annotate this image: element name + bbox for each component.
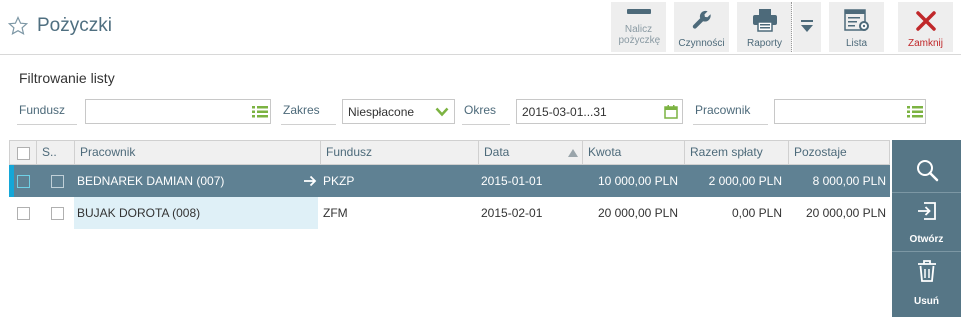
calendar-icon[interactable] (664, 105, 678, 119)
cell-pozostaje: 20 000,00 PLN (805, 206, 886, 220)
chevron-down-icon[interactable] (435, 107, 449, 117)
row-status-checkbox[interactable] (51, 207, 64, 220)
cell-razem-splaty: 2 000,00 PLN (708, 174, 782, 188)
toolbar-separator (791, 2, 792, 52)
okres-field[interactable]: 2015-03-01...31 (516, 99, 683, 124)
column-header-data[interactable]: Data (478, 141, 582, 164)
column-header-pracownik[interactable]: Pracownik (74, 141, 320, 164)
zakres-label: Zakres (283, 103, 320, 117)
czynnosci-label: Czynności (678, 38, 725, 49)
cell-razem-splaty: 0,00 PLN (731, 206, 782, 220)
header-bar: Pożyczki Nalicz pożyczkę Czynności Rapor… (0, 0, 961, 55)
cell-fundusz: ZFM (323, 206, 348, 220)
raporty-button[interactable]: Raporty (737, 2, 792, 52)
table-row[interactable]: BUJAK DOROTA (008) ZFM 2015-02-01 20 000… (9, 197, 890, 229)
zakres-label-underline (281, 124, 336, 125)
pracownik-label: Pracownik (695, 103, 751, 117)
chevron-down-icon (801, 20, 813, 32)
list-icon[interactable] (252, 106, 268, 118)
fundusz-label-underline (17, 124, 77, 125)
cell-kwota: 20 000,00 PLN (597, 206, 678, 220)
otworz-button[interactable]: Otwórz (892, 193, 961, 250)
raporty-label: Raporty (746, 38, 782, 49)
cell-pozostaje: 8 000,00 PLN (812, 174, 886, 188)
lista-label: Lista (845, 38, 868, 49)
zamknij-label: Zamknij (907, 38, 943, 49)
nalicz-pozyczke-button[interactable]: Nalicz pożyczkę (611, 2, 666, 52)
trash-icon (917, 260, 936, 282)
printer-icon (752, 9, 777, 32)
usun-label: Usuń (914, 296, 939, 307)
pracownik-field[interactable] (774, 99, 926, 124)
search-button[interactable] (892, 152, 961, 192)
open-enter-icon (917, 202, 936, 220)
zamknij-button[interactable]: Zamknij (898, 2, 953, 52)
list-icon[interactable] (907, 106, 923, 118)
cell-data: 2015-01-01 (481, 174, 543, 188)
wrench-icon (692, 10, 711, 29)
lista-button[interactable]: Lista (829, 2, 884, 52)
favorite-star-icon[interactable] (8, 16, 28, 36)
filter-title: Filtrowanie listy (19, 70, 115, 86)
sort-ascending-icon (568, 149, 578, 157)
selected-row-indicator (9, 165, 14, 197)
okres-label: Okres (464, 103, 497, 117)
nalicz-pozyczke-label: Nalicz pożyczkę (618, 24, 661, 46)
cell-kwota: 10 000,00 PLN (597, 174, 678, 188)
side-action-panel: Otwórz Usuń (892, 140, 961, 317)
minus-icon (626, 9, 651, 14)
otworz-label: Otwórz (909, 234, 944, 245)
cell-pracownik: BUJAK DOROTA (008) (77, 206, 201, 220)
column-header-fundusz[interactable]: Fundusz (320, 141, 478, 164)
list-settings-icon (843, 9, 869, 31)
fundusz-label: Fundusz (19, 103, 66, 117)
cell-data: 2015-02-01 (481, 206, 543, 220)
row-status-checkbox[interactable] (51, 175, 64, 188)
okres-label-underline (462, 124, 510, 125)
column-header-pozostaje[interactable]: Pozostaje (788, 141, 889, 164)
column-header-s[interactable]: S.. (36, 141, 74, 164)
column-header-kwota[interactable]: Kwota (582, 141, 684, 164)
pracownik-label-underline (693, 124, 768, 125)
cell-fundusz: PKZP (323, 174, 355, 188)
select-all-checkbox[interactable] (17, 147, 30, 160)
search-icon (916, 160, 938, 182)
column-header-razem-splaty[interactable]: Razem spłaty (684, 141, 788, 164)
row-checkbox[interactable] (17, 207, 30, 220)
arrow-right-icon (304, 175, 317, 187)
table-header: S.. Pracownik Fundusz Data Kwota Razem s… (9, 140, 890, 165)
close-icon (915, 11, 936, 31)
raporty-dropdown-button[interactable] (793, 2, 821, 52)
row-checkbox[interactable] (17, 175, 30, 188)
table-row[interactable]: BEDNAREK DAMIAN (007) PKZP 2015-01-01 10… (9, 165, 890, 197)
fundusz-field[interactable] (85, 99, 271, 124)
usun-button[interactable]: Usuń (892, 252, 961, 312)
page-title: Pożyczki (37, 15, 112, 36)
czynnosci-button[interactable]: Czynności (674, 2, 729, 52)
cell-pracownik: BEDNAREK DAMIAN (007) (77, 174, 225, 188)
